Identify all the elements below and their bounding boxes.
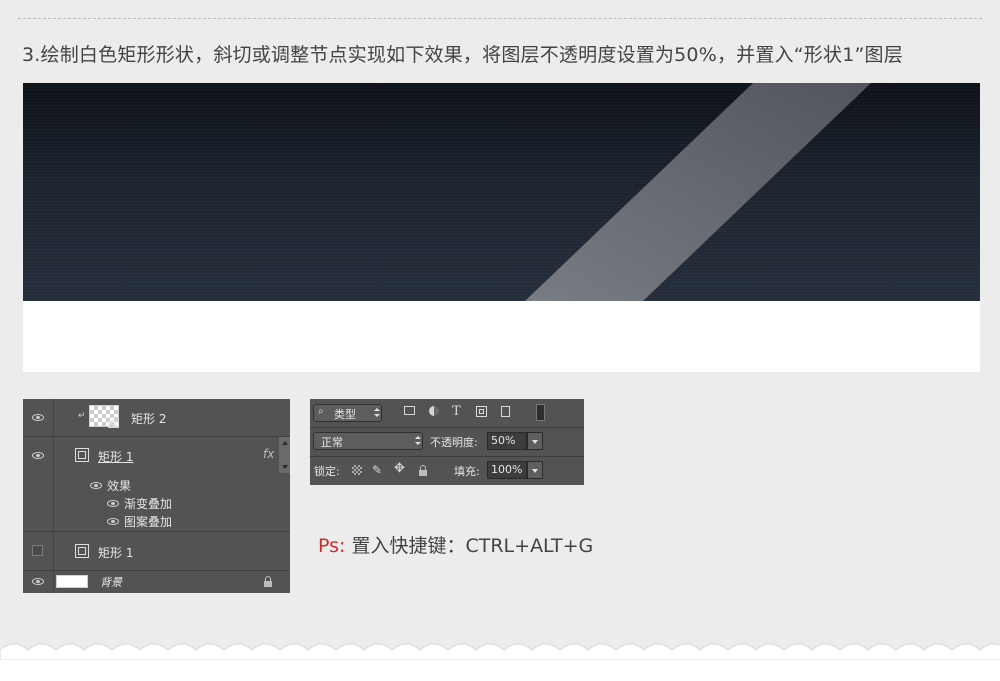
lock-transparent-icon[interactable] — [352, 465, 362, 475]
wavy-bottom-edge — [0, 643, 1000, 660]
effects-label: 效果 — [107, 479, 132, 493]
lock-brush-icon[interactable]: ✎ — [372, 463, 382, 477]
search-icon: ⌕ — [318, 406, 324, 417]
dark-banner — [23, 83, 980, 301]
effects-eye-icon[interactable] — [90, 482, 102, 489]
eye-icon[interactable] — [32, 452, 44, 459]
filter-toggle-switch[interactable] — [536, 404, 545, 421]
layers-panel: ↵ 矩形 2 矩形 1 fx 效果 渐变叠加 图案叠加 矩形 1 背景 — [23, 399, 290, 593]
pattern-overlay-eye-icon[interactable] — [107, 518, 119, 525]
filter-type-dropdown[interactable]: ⌕ 类型 — [313, 404, 382, 422]
lock-all-icon[interactable] — [419, 465, 427, 476]
gradient-overlay-label: 渐变叠加 — [124, 497, 173, 511]
lock-icon — [264, 576, 272, 587]
pattern-overlay-label: 图案叠加 — [124, 515, 173, 529]
layers-options-bar: ⌕ 类型 T 正常 不透明度: 50% 锁定: ✎ ✥ 填充: 100% — [310, 399, 584, 485]
ps-label: Ps: — [318, 535, 346, 557]
fill-field[interactable]: 100% — [487, 461, 527, 479]
blend-mode-dropdown[interactable]: 正常 — [313, 432, 423, 450]
opacity-field[interactable]: 50% — [487, 432, 527, 450]
layer-row-background[interactable]: 背景 — [23, 571, 290, 593]
layer-name: 背景 — [100, 576, 122, 589]
dashed-divider — [18, 18, 982, 19]
vector-mask-icon — [108, 417, 119, 428]
blend-row: 正常 不透明度: 50% — [310, 428, 584, 457]
pixel-filter-icon[interactable] — [404, 406, 415, 415]
canvas-preview — [23, 83, 980, 372]
layer-row-rect1-fx[interactable]: 矩形 1 fx 效果 渐变叠加 图案叠加 — [23, 437, 290, 532]
adjustment-filter-icon[interactable] — [429, 406, 439, 416]
fill-dropdown-button[interactable] — [527, 461, 543, 479]
shape-layer-icon — [75, 448, 89, 462]
layer-row-rect1[interactable]: 矩形 1 — [23, 532, 290, 571]
gradient-overlay-eye-icon[interactable] — [107, 500, 119, 507]
lock-row: 锁定: ✎ ✥ 填充: 100% — [310, 457, 584, 485]
fill-label: 填充: — [454, 465, 480, 478]
shape-layer-icon — [75, 544, 89, 558]
fx-icon[interactable]: fx — [263, 447, 274, 461]
lock-label: 锁定: — [314, 465, 340, 478]
eye-icon[interactable] — [32, 414, 44, 421]
step-title: 3.绘制白色矩形形状，斜切或调整节点实现如下效果，将图层不透明度设置为50%，并… — [22, 44, 903, 66]
clip-arrow-icon: ↵ — [78, 411, 86, 421]
layer-name: 矩形 2 — [131, 412, 167, 426]
background-thumbnail — [56, 575, 88, 588]
lock-move-icon[interactable]: ✥ — [394, 462, 405, 476]
diagonal-stripe — [525, 83, 871, 301]
smart-object-filter-icon[interactable] — [501, 406, 510, 417]
opacity-dropdown-button[interactable] — [527, 432, 543, 450]
layer-name: 矩形 1 — [98, 450, 134, 464]
filter-row: ⌕ 类型 T — [310, 399, 584, 428]
layer-row-rect2[interactable]: ↵ 矩形 2 — [23, 399, 290, 437]
eye-icon[interactable] — [32, 578, 44, 585]
layers-scrollbar[interactable] — [279, 437, 290, 473]
shortcut-note: Ps: 置入快捷键：CTRL+ALT+G — [318, 531, 593, 558]
visibility-toggle-icon[interactable] — [32, 545, 43, 556]
opacity-label: 不透明度: — [430, 436, 478, 449]
shape-filter-icon[interactable] — [476, 406, 487, 417]
text-filter-icon[interactable]: T — [452, 405, 461, 419]
layer-name: 矩形 1 — [98, 546, 134, 560]
shortcut-text: 置入快捷键：CTRL+ALT+G — [351, 535, 594, 557]
